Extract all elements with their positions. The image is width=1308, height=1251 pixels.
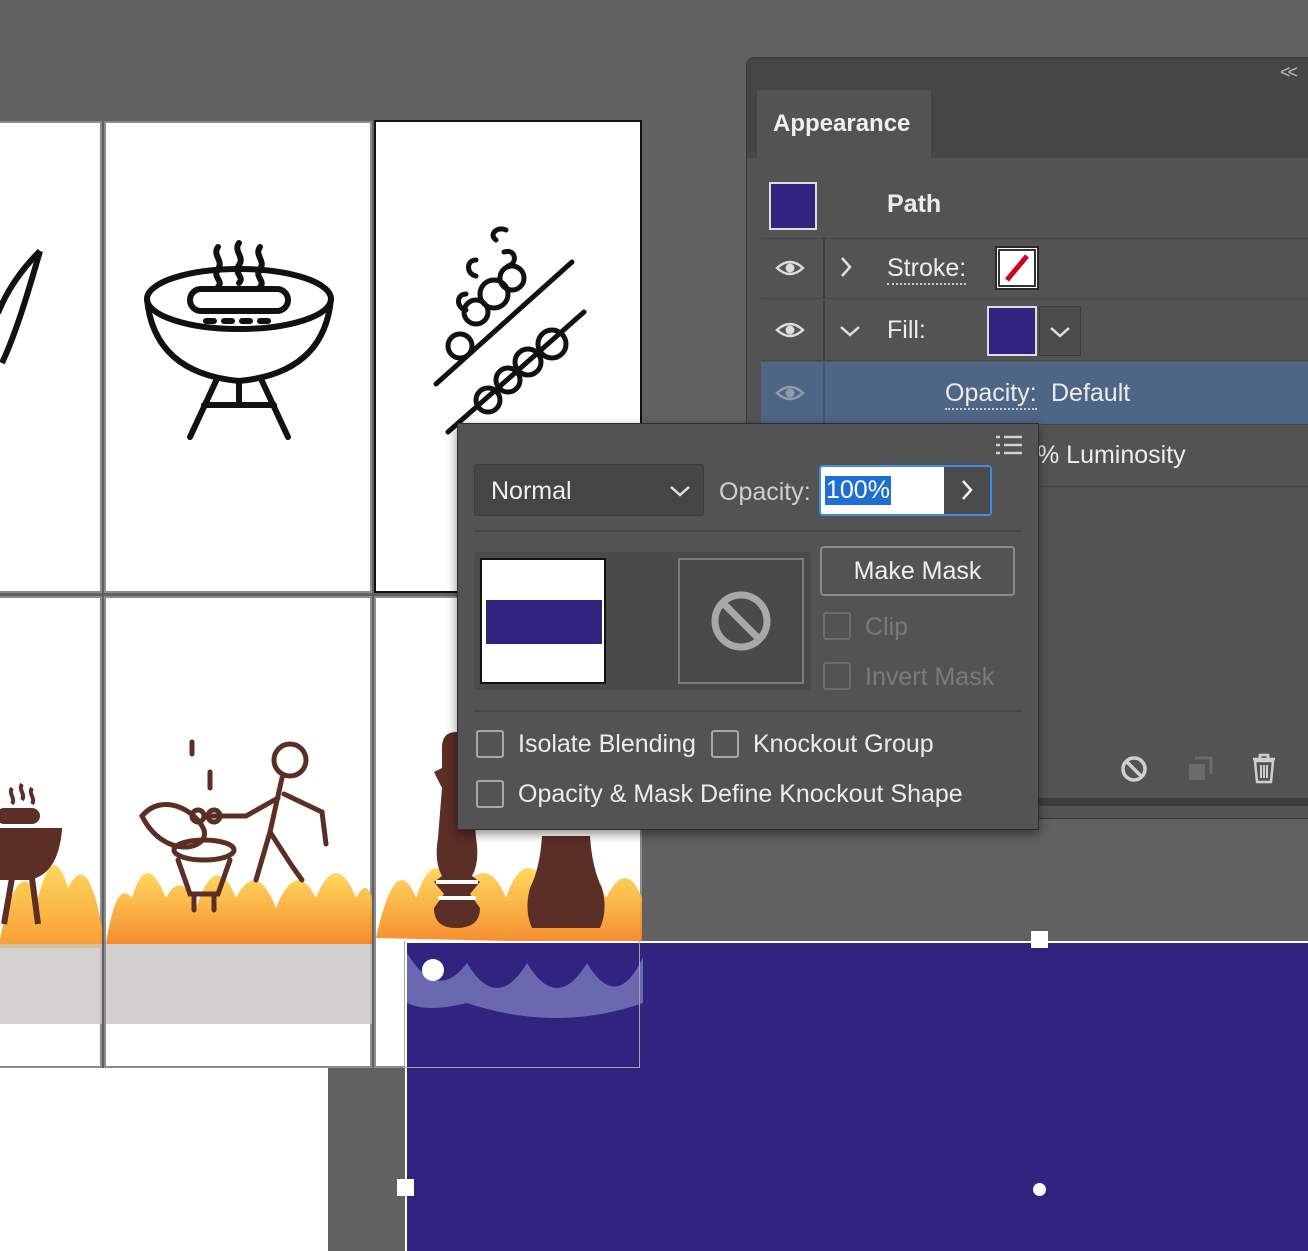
- fill-row[interactable]: Fill:: [761, 300, 1308, 361]
- isolate-blending-label: Isolate Blending: [518, 730, 696, 758]
- opacity-mask-knockout-label: Opacity & Mask Define Knockout Shape: [518, 780, 963, 808]
- mask-thumbnail[interactable]: [678, 558, 804, 684]
- panel-header: <<: [747, 58, 1308, 90]
- corner-widget[interactable]: [422, 959, 444, 981]
- stroke-label[interactable]: Stroke:: [887, 254, 967, 285]
- artboard-leaf[interactable]: [0, 121, 102, 593]
- artboard-background: [0, 1068, 328, 1251]
- chevron-right-icon[interactable]: [839, 256, 853, 278]
- opacity-mask-knockout-checkbox[interactable]: [476, 780, 504, 808]
- eye-icon[interactable]: [775, 258, 805, 278]
- center-point[interactable]: [1033, 1183, 1046, 1196]
- menu-icon[interactable]: [994, 434, 1024, 456]
- row-divider: [823, 362, 825, 424]
- isolate-blending-checkbox[interactable]: [476, 730, 504, 758]
- opacity-row[interactable]: Opacity: Default: [761, 362, 1308, 425]
- chevron-down-icon[interactable]: [839, 324, 861, 338]
- fill-swatch[interactable]: [987, 306, 1037, 356]
- artboard-grill[interactable]: [104, 121, 372, 593]
- invert-mask-checkbox[interactable]: [823, 662, 851, 690]
- chevron-right-icon: [962, 480, 973, 500]
- object-row[interactable]: Path: [761, 174, 1308, 239]
- eye-icon[interactable]: [775, 320, 805, 340]
- panel-tab-bar: Appearance: [747, 90, 1308, 158]
- chef-grilling-icon: [106, 739, 372, 1024]
- stroke-none-swatch[interactable]: [995, 246, 1039, 290]
- blend-mode-value: Normal: [491, 477, 572, 505]
- selection-handle[interactable]: [397, 1179, 414, 1196]
- selection-handle[interactable]: [1031, 931, 1048, 948]
- eye-icon[interactable]: [775, 383, 805, 403]
- row-divider: [823, 238, 825, 298]
- luminosity-label: % Luminosity: [1037, 441, 1186, 469]
- blend-mode-dropdown[interactable]: Normal: [474, 464, 704, 516]
- knockout-group-checkbox[interactable]: [711, 730, 739, 758]
- thumbnail-shape: [486, 600, 602, 644]
- artboard-chef[interactable]: [104, 596, 372, 1068]
- flame-grill-icon: [0, 782, 102, 1024]
- fill-color-dropdown[interactable]: [1039, 306, 1081, 356]
- opacity-input-value: 100%: [825, 476, 891, 505]
- chevron-down-icon: [670, 486, 690, 497]
- object-thumbnail: [769, 182, 817, 230]
- opacity-value: Default: [1051, 379, 1131, 407]
- divider: [474, 710, 1022, 712]
- trash-icon[interactable]: [1249, 752, 1279, 784]
- clip-checkbox[interactable]: [823, 612, 851, 640]
- tab-appearance[interactable]: Appearance: [757, 90, 931, 158]
- object-label: Path: [887, 190, 942, 218]
- prohibited-icon: [711, 591, 771, 651]
- opacity-label[interactable]: Opacity:: [945, 379, 1037, 410]
- divider: [474, 530, 1022, 532]
- leaf-icon: [0, 248, 43, 365]
- fill-label: Fill:: [887, 316, 926, 344]
- make-mask-button[interactable]: Make Mask: [820, 546, 1015, 596]
- clip-label: Clip: [865, 613, 909, 641]
- grill-icon: [144, 240, 334, 440]
- duplicate-item-icon[interactable]: [1185, 754, 1215, 784]
- transparency-popup: Normal Opacity: 100% Make Mask Clip Inve…: [457, 423, 1039, 830]
- object-thumbnail[interactable]: [480, 558, 606, 684]
- opacity-input[interactable]: 100%: [819, 465, 992, 516]
- invert-mask-label: Invert Mask: [865, 663, 995, 691]
- opacity-stepper[interactable]: [944, 467, 990, 514]
- stroke-row[interactable]: Stroke:: [761, 238, 1308, 299]
- knockout-group-label: Knockout Group: [753, 730, 934, 758]
- opacity-label: Opacity:: [719, 478, 811, 506]
- clear-appearance-icon[interactable]: [1119, 754, 1149, 784]
- collapse-panel-button[interactable]: <<: [1280, 62, 1298, 83]
- chevron-down-icon: [1050, 327, 1070, 338]
- row-divider: [823, 300, 825, 360]
- artboard-grill-flames[interactable]: [0, 596, 102, 1068]
